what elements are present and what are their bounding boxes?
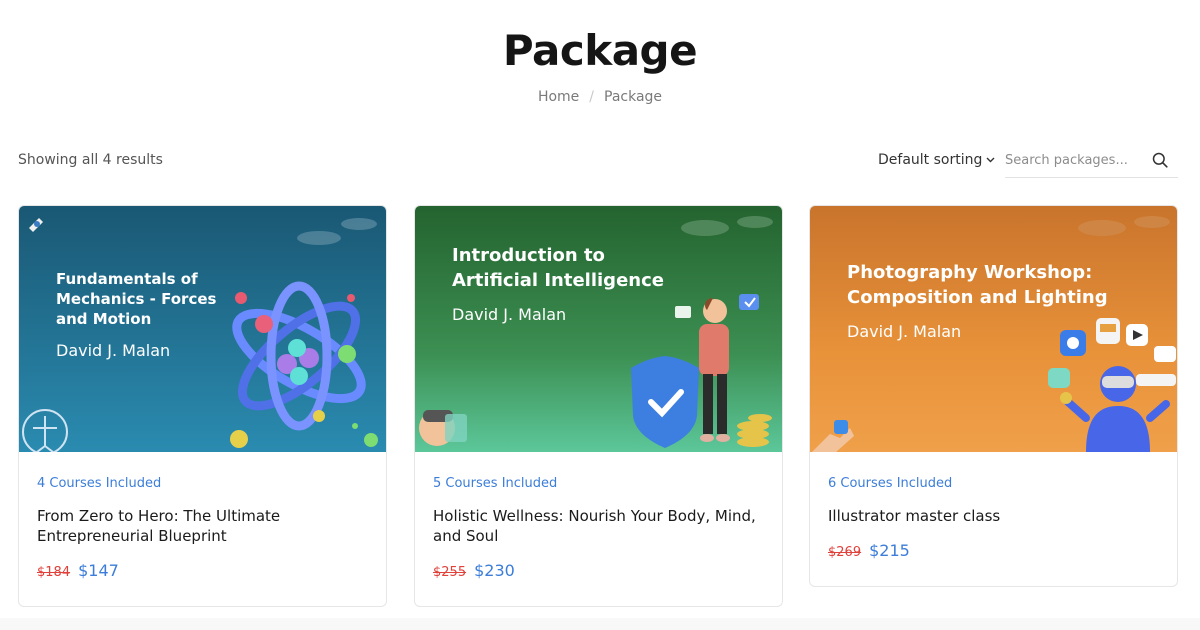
courses-included: 6 Courses Included: [828, 476, 953, 491]
price: $255 $230: [433, 561, 764, 580]
package-card[interactable]: Photography Workshop: Composition and Li…: [809, 205, 1178, 587]
footer-strip: [0, 618, 1200, 630]
card-image-title: Introduction to Artificial Intelligence: [452, 245, 664, 291]
card-image-background: [19, 206, 386, 452]
card-image-title: Photography Workshop: Composition and Li…: [847, 262, 1108, 308]
breadcrumb-separator: /: [589, 89, 595, 105]
package-thumbnail[interactable]: Photography Workshop: Composition and Li…: [810, 206, 1177, 452]
breadcrumb-current: Package: [604, 89, 663, 105]
search-input[interactable]: [1005, 145, 1145, 176]
sale-price: $147: [78, 561, 119, 580]
sorting-select[interactable]: Default sorting: [878, 152, 995, 168]
chevron-down-icon: [986, 157, 995, 163]
sorting-label: Default sorting: [878, 152, 983, 168]
old-price: $255: [433, 565, 467, 580]
card-body: 5 Courses Included Holistic Wellness: No…: [415, 452, 782, 600]
card-image-author: David J. Malan: [56, 341, 171, 360]
package-name[interactable]: Illustrator master class: [828, 506, 1159, 526]
search-box: [1005, 144, 1178, 178]
price: $269 $215: [828, 541, 1159, 560]
package-thumbnail[interactable]: Introduction to Artificial Intelligence …: [415, 206, 782, 452]
vr-kid-illustration: [419, 410, 467, 446]
old-price: $269: [828, 545, 862, 560]
search-icon[interactable]: [1152, 152, 1168, 168]
old-price: $184: [37, 565, 71, 580]
card-image-title: Fundamentals of Mechanics - Forces and M…: [56, 270, 217, 328]
card-image-author: David J. Malan: [452, 305, 567, 324]
sale-price: $230: [474, 561, 515, 580]
package-name[interactable]: From Zero to Hero: The Ultimate Entrepre…: [37, 506, 368, 546]
card-body: 4 Courses Included From Zero to Hero: Th…: [19, 452, 386, 600]
card-image-author: David J. Malan: [847, 322, 962, 341]
package-name[interactable]: Holistic Wellness: Nourish Your Body, Mi…: [433, 506, 764, 546]
package-card[interactable]: Fundamentals of Mechanics - Forces and M…: [18, 205, 387, 607]
breadcrumb-home[interactable]: Home: [538, 89, 579, 105]
breadcrumb: Home / Package: [0, 89, 1200, 105]
card-body: 6 Courses Included Illustrator master cl…: [810, 452, 1177, 580]
courses-included: 4 Courses Included: [37, 476, 162, 491]
courses-included: 5 Courses Included: [433, 476, 558, 491]
sale-price: $215: [869, 541, 910, 560]
chat-bubble-icon: [739, 294, 759, 310]
page-title: Package: [502, 26, 698, 75]
price: $184 $147: [37, 561, 368, 580]
results-count: Showing all 4 results: [18, 152, 163, 168]
package-card[interactable]: Introduction to Artificial Intelligence …: [414, 205, 783, 607]
package-thumbnail[interactable]: Fundamentals of Mechanics - Forces and M…: [19, 206, 386, 452]
